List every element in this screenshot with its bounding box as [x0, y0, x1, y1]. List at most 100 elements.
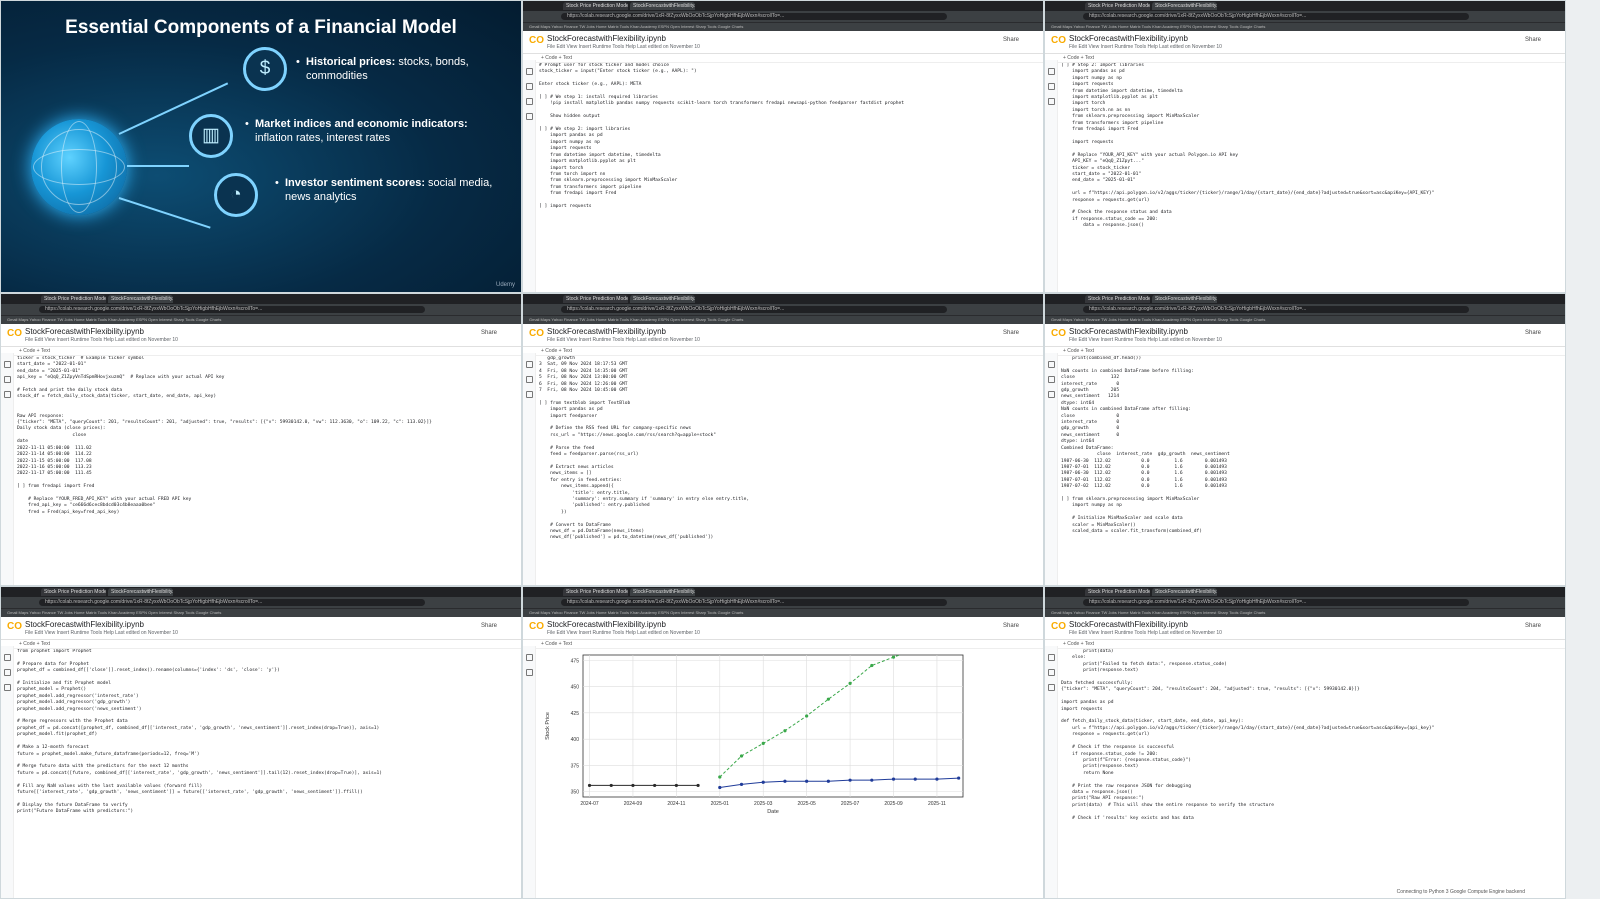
- notebook-title[interactable]: StockForecastwithFlexibility.ipynb: [1069, 620, 1188, 629]
- search-icon[interactable]: [3, 376, 11, 383]
- browser-tab-active[interactable]: StockForecastwithFlexibility.ipynb: [630, 295, 695, 303]
- cell-toolbar[interactable]: + Code + Text: [523, 347, 1043, 356]
- browser-tab-active[interactable]: StockForecastwithFlexibility.ipynb: [1152, 295, 1217, 303]
- address-bar[interactable]: https://colab.research.google.com/drive/…: [561, 306, 947, 313]
- share-button[interactable]: Share: [1525, 37, 1541, 43]
- code-icon[interactable]: [1047, 391, 1055, 398]
- colab-tile-top-right: Stock Price Prediction Model StockForecas…: [1044, 0, 1566, 293]
- code-cells[interactable]: gdp_growth 3 Sat, 09 Nov 2024 18:17:53 G…: [539, 356, 1037, 581]
- cell-toolbar[interactable]: + Code + Text: [1, 640, 521, 649]
- menu-icon[interactable]: [525, 68, 533, 75]
- cell-toolbar[interactable]: + Code + Text: [523, 640, 1043, 649]
- browser-tab-active[interactable]: StockForecastwithFlexibility.ipynb: [108, 295, 173, 303]
- notebook-menu[interactable]: File Edit View Insert Runtime Tools Help…: [1069, 44, 1222, 50]
- bookmarks-bar[interactable]: Gmail Maps Yahoo Finance TW Jobs Home Ma…: [523, 22, 1043, 31]
- bookmarks-bar[interactable]: Gmail Maps Yahoo Finance TW Jobs Home Ma…: [1045, 608, 1565, 617]
- browser-tab-active[interactable]: StockForecastwithFlexibility.ipynb: [1152, 588, 1217, 596]
- cell-toolbar[interactable]: + Code + Text: [1045, 640, 1565, 649]
- code-cells[interactable]: print(data) else: print("Failed to fetch…: [1061, 649, 1559, 894]
- notebook-menu[interactable]: File Edit View Insert Runtime Tools Help…: [547, 337, 700, 343]
- notebook-title[interactable]: StockForecastwithFlexibility.ipynb: [1069, 34, 1188, 43]
- notebook-title[interactable]: StockForecastwithFlexibility.ipynb: [25, 327, 144, 336]
- browser-tab[interactable]: Stock Price Prediction Model: [563, 295, 628, 303]
- browser-tab[interactable]: Stock Price Prediction Model: [1085, 295, 1150, 303]
- notebook-menu[interactable]: File Edit View Insert Runtime Tools Help…: [1069, 337, 1222, 343]
- bookmarks-bar[interactable]: Gmail Maps Yahoo Finance TW Jobs Home Ma…: [1, 608, 521, 617]
- code-cells[interactable]: print(combined_df.head()) NaN counts in …: [1061, 356, 1559, 581]
- cell-toolbar[interactable]: + Code + Text: [1, 347, 521, 356]
- menu-icon[interactable]: [1047, 361, 1055, 368]
- search-icon[interactable]: [525, 376, 533, 383]
- cell-toolbar[interactable]: + Code + Text: [523, 54, 1043, 63]
- code-icon[interactable]: [525, 391, 533, 398]
- browser-tab-active[interactable]: StockForecastwithFlexibility.ipynb: [630, 2, 695, 10]
- data-point: [870, 663, 874, 668]
- share-button[interactable]: Share: [1003, 623, 1019, 629]
- left-sidebar: [523, 353, 536, 585]
- code-icon[interactable]: [1047, 684, 1055, 691]
- browser-tab-active[interactable]: StockForecastwithFlexibility.ipynb: [630, 588, 695, 596]
- bookmarks-bar[interactable]: Gmail Maps Yahoo Finance TW Jobs Home Ma…: [1045, 22, 1565, 31]
- address-bar[interactable]: https://colab.research.google.com/drive/…: [39, 599, 425, 606]
- code-cells[interactable]: # Prompt user for stock ticker and model…: [539, 63, 1037, 288]
- address-bar[interactable]: https://colab.research.google.com/drive/…: [39, 306, 425, 313]
- notebook-menu[interactable]: File Edit View Insert Runtime Tools Help…: [25, 337, 178, 343]
- browser-tab-active[interactable]: StockForecastwithFlexibility.ipynb: [108, 588, 173, 596]
- notebook-menu[interactable]: File Edit View Insert Runtime Tools Help…: [547, 630, 700, 636]
- notebook-title[interactable]: StockForecastwithFlexibility.ipynb: [547, 327, 666, 336]
- cell-toolbar[interactable]: + Code + Text: [1045, 54, 1565, 63]
- code-icon[interactable]: [3, 391, 11, 398]
- search-icon[interactable]: [3, 669, 11, 676]
- share-button[interactable]: Share: [481, 330, 497, 336]
- browser-tab[interactable]: Stock Price Prediction Model: [1085, 2, 1150, 10]
- search-icon[interactable]: [1047, 669, 1055, 676]
- notebook-title[interactable]: StockForecastwithFlexibility.ipynb: [1069, 327, 1188, 336]
- folder-icon[interactable]: [525, 113, 533, 120]
- code-cells[interactable]: ticker = stock_ticker # Example ticker s…: [17, 356, 515, 581]
- address-bar[interactable]: https://colab.research.google.com/drive/…: [1083, 13, 1469, 20]
- share-button[interactable]: Share: [1003, 330, 1019, 336]
- menu-icon[interactable]: [525, 361, 533, 368]
- code-icon[interactable]: [1047, 98, 1055, 105]
- bookmarks-bar[interactable]: Gmail Maps Yahoo Finance TW Jobs Home Ma…: [1, 315, 521, 324]
- address-bar[interactable]: https://colab.research.google.com/drive/…: [561, 599, 947, 606]
- browser-tab[interactable]: Stock Price Prediction Model: [563, 2, 628, 10]
- search-icon[interactable]: [525, 669, 533, 676]
- search-icon[interactable]: [1047, 376, 1055, 383]
- share-button[interactable]: Share: [481, 623, 497, 629]
- bookmarks-bar[interactable]: Gmail Maps Yahoo Finance TW Jobs Home Ma…: [523, 608, 1043, 617]
- address-bar[interactable]: https://colab.research.google.com/drive/…: [1083, 599, 1469, 606]
- cell-toolbar[interactable]: + Code + Text: [1045, 347, 1565, 356]
- browser-tab[interactable]: Stock Price Prediction Model: [563, 588, 628, 596]
- share-button[interactable]: Share: [1525, 330, 1541, 336]
- code-cells[interactable]: [ ] # Step 2: Import libraries import pa…: [1061, 63, 1559, 288]
- code-cells[interactable]: from prophet import Prophet # Prepare da…: [17, 649, 515, 894]
- y-tick-label: 375: [571, 763, 580, 769]
- browser-tab[interactable]: Stock Price Prediction Model: [41, 588, 106, 596]
- share-button[interactable]: Share: [1525, 623, 1541, 629]
- menu-icon[interactable]: [1047, 654, 1055, 661]
- share-button[interactable]: Share: [1003, 37, 1019, 43]
- browser-tab-active[interactable]: StockForecastwithFlexibility.ipynb: [1152, 2, 1217, 10]
- search-icon[interactable]: [1047, 83, 1055, 90]
- browser-tab[interactable]: Stock Price Prediction Model: [1085, 588, 1150, 596]
- code-icon[interactable]: [525, 98, 533, 105]
- menu-icon[interactable]: [3, 654, 11, 661]
- code-icon[interactable]: [3, 684, 11, 691]
- notebook-title[interactable]: StockForecastwithFlexibility.ipynb: [547, 34, 666, 43]
- browser-tab[interactable]: Stock Price Prediction Model: [41, 295, 106, 303]
- notebook-title[interactable]: StockForecastwithFlexibility.ipynb: [25, 620, 144, 629]
- address-bar[interactable]: https://colab.research.google.com/drive/…: [561, 13, 947, 20]
- address-bar[interactable]: https://colab.research.google.com/drive/…: [1083, 306, 1469, 313]
- data-point: [891, 655, 896, 659]
- bookmarks-bar[interactable]: Gmail Maps Yahoo Finance TW Jobs Home Ma…: [523, 315, 1043, 324]
- notebook-menu[interactable]: File Edit View Insert Runtime Tools Help…: [1069, 630, 1222, 636]
- menu-icon[interactable]: [3, 361, 11, 368]
- notebook-menu[interactable]: File Edit View Insert Runtime Tools Help…: [25, 630, 178, 636]
- search-icon[interactable]: [525, 83, 533, 90]
- menu-icon[interactable]: [525, 654, 533, 661]
- bookmarks-bar[interactable]: Gmail Maps Yahoo Finance TW Jobs Home Ma…: [1045, 315, 1565, 324]
- notebook-menu[interactable]: File Edit View Insert Runtime Tools Help…: [547, 44, 700, 50]
- menu-icon[interactable]: [1047, 68, 1055, 75]
- notebook-title[interactable]: StockForecastwithFlexibility.ipynb: [547, 620, 666, 629]
